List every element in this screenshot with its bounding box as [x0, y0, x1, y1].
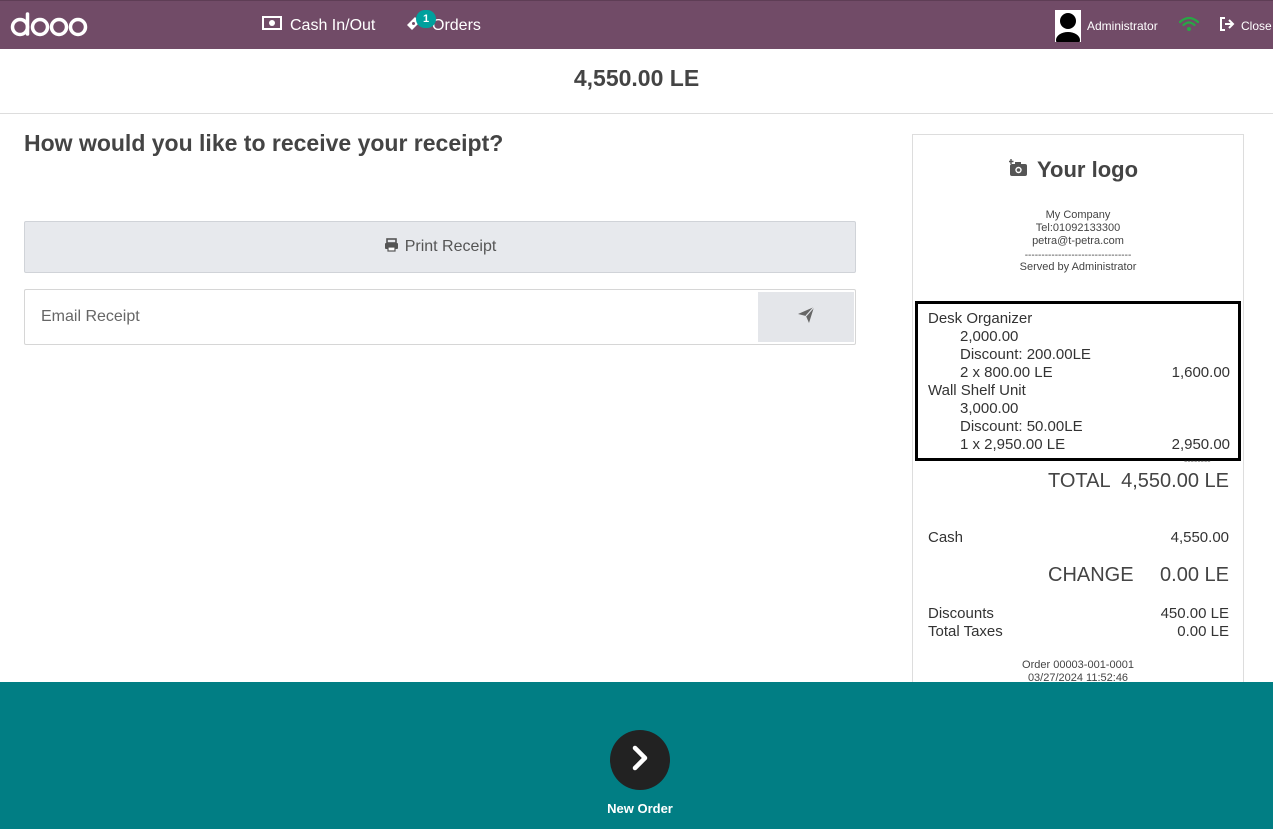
- send-email-button[interactable]: [758, 292, 854, 342]
- line-product-name: Desk Organizer: [928, 310, 1033, 327]
- discounts-label: Discounts: [928, 605, 994, 622]
- discounts-value: 450.00 LE: [1160, 605, 1229, 622]
- receipt-logo-text: Your logo: [1037, 157, 1139, 182]
- served-by: Served by Administrator: [1019, 261, 1137, 273]
- total-separator: --------: [1184, 456, 1211, 467]
- paper-plane-icon: [797, 306, 815, 329]
- bottom-action-bar: New Order: [0, 682, 1273, 829]
- taxes-value: 0.00 LE: [1177, 623, 1229, 640]
- money-icon: [262, 16, 282, 35]
- line-qty-price: 1 x 2,950.00 LE: [960, 436, 1066, 453]
- receipt-question: How would you like to receive your recei…: [24, 130, 504, 156]
- order-amount-header: 4,550.00 LE: [0, 49, 1273, 114]
- line-total: 1,600.00: [1171, 364, 1230, 381]
- odoo-logo: [10, 10, 88, 40]
- camera-icon: [1008, 157, 1029, 183]
- company-name: My Company: [1045, 209, 1111, 221]
- order-reference: Order 00003-001-0001: [1022, 659, 1134, 671]
- print-receipt-button[interactable]: Print Receipt: [24, 221, 856, 273]
- payment-method: Cash: [928, 529, 964, 546]
- sign-out-icon: [1219, 17, 1235, 34]
- print-receipt-label: Print Receipt: [404, 238, 497, 255]
- company-phone: Tel:01092133300: [1035, 222, 1121, 234]
- line-product-name: Wall Shelf Unit: [928, 382, 1026, 399]
- orders-button[interactable]: 1 Orders: [404, 1, 481, 50]
- top-navbar: Cash In/Out 1 Orders Administrator Close: [0, 0, 1273, 49]
- close-label: Close: [1241, 18, 1272, 33]
- connection-status[interactable]: [1178, 1, 1200, 50]
- receipt-preview: Your logo My Company Tel:01092133300 pet…: [912, 134, 1244, 694]
- line-discount: Discount: 200.00LE: [960, 346, 1091, 363]
- chevron-right-icon: [629, 745, 651, 776]
- user-name: Administrator: [1087, 18, 1158, 33]
- line-base-price: 2,000.00: [960, 328, 1019, 345]
- change-label: CHANGE: [1048, 564, 1134, 586]
- close-button[interactable]: Close: [1219, 1, 1272, 50]
- cash-in-out-label: Cash In/Out: [290, 16, 376, 34]
- receipt-logo: Your logo: [1008, 157, 1139, 183]
- total-value: 4,550.00 LE: [1121, 470, 1229, 492]
- orders-count-badge: 1: [416, 10, 436, 28]
- line-total: 2,950.00: [1171, 436, 1230, 453]
- company-email: petra@t-petra.com: [1032, 235, 1124, 247]
- payment-amount: 4,550.00: [1170, 529, 1229, 546]
- user-menu[interactable]: Administrator: [1055, 1, 1158, 50]
- new-order-label[interactable]: New Order: [0, 801, 1273, 816]
- line-qty-price: 2 x 800.00 LE: [960, 364, 1053, 381]
- total-label: TOTAL: [1048, 470, 1111, 492]
- order-amount: 4,550.00 LE: [573, 65, 700, 91]
- line-discount: Discount: 50.00LE: [960, 418, 1083, 435]
- taxes-label: Total Taxes: [928, 623, 1003, 640]
- new-order-button[interactable]: [610, 730, 670, 790]
- company-info: My Company Tel:01092133300 petra@t-petra…: [913, 209, 1243, 248]
- order-lines: Desk Organizer 2,000.00 Discount: 200.00…: [915, 301, 1241, 461]
- email-receipt-input[interactable]: [26, 291, 756, 343]
- wifi-icon: [1178, 16, 1200, 35]
- change-value: 0.00 LE: [1160, 564, 1229, 586]
- cash-in-out-button[interactable]: Cash In/Out: [262, 1, 375, 50]
- email-receipt-group: [24, 289, 856, 345]
- avatar: [1055, 9, 1081, 48]
- line-base-price: 3,000.00: [960, 400, 1019, 417]
- orders-label: Orders: [432, 16, 481, 34]
- print-icon: [384, 237, 399, 257]
